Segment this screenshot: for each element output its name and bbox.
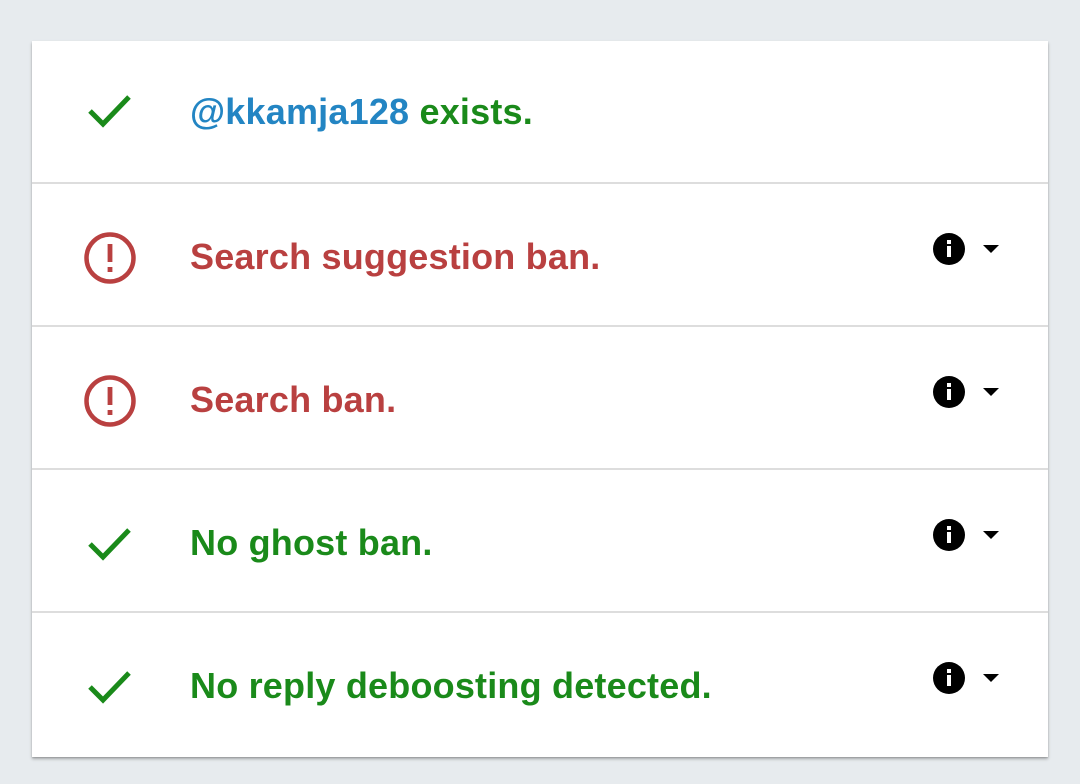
alert-circle-icon xyxy=(82,373,138,429)
check-icon xyxy=(82,514,138,570)
chevron-down-icon[interactable] xyxy=(982,530,1000,540)
result-label: exists. xyxy=(409,91,533,132)
info-icon[interactable] xyxy=(932,661,966,695)
chevron-down-icon[interactable] xyxy=(982,244,1000,254)
details-toggle[interactable] xyxy=(932,518,1000,552)
check-icon xyxy=(82,657,138,713)
result-label: No reply deboosting detected. xyxy=(190,665,712,706)
result-row-ghost-ban: No ghost ban. xyxy=(32,470,1048,613)
result-label: Search ban. xyxy=(190,379,397,420)
info-icon[interactable] xyxy=(932,375,966,409)
details-toggle[interactable] xyxy=(932,661,1000,695)
result-row-search-ban: Search ban. xyxy=(32,327,1048,470)
account-handle-link[interactable]: @kkamja128 xyxy=(190,91,409,132)
details-toggle[interactable] xyxy=(932,232,1000,266)
results-card: @kkamja128 exists. Search suggestion ban… xyxy=(32,41,1048,757)
result-row-exists: @kkamja128 exists. xyxy=(32,41,1048,184)
result-text: @kkamja128 exists. xyxy=(190,91,533,133)
check-icon xyxy=(82,81,138,137)
result-row-reply-deboosting: No reply deboosting detected. xyxy=(32,613,1048,757)
result-label: No ghost ban. xyxy=(190,522,433,563)
result-label: Search suggestion ban. xyxy=(190,236,601,277)
info-icon[interactable] xyxy=(932,232,966,266)
alert-circle-icon xyxy=(82,230,138,286)
result-row-search-suggestion-ban: Search suggestion ban. xyxy=(32,184,1048,327)
chevron-down-icon[interactable] xyxy=(982,673,1000,683)
info-icon[interactable] xyxy=(932,518,966,552)
chevron-down-icon[interactable] xyxy=(982,387,1000,397)
details-toggle[interactable] xyxy=(932,375,1000,409)
